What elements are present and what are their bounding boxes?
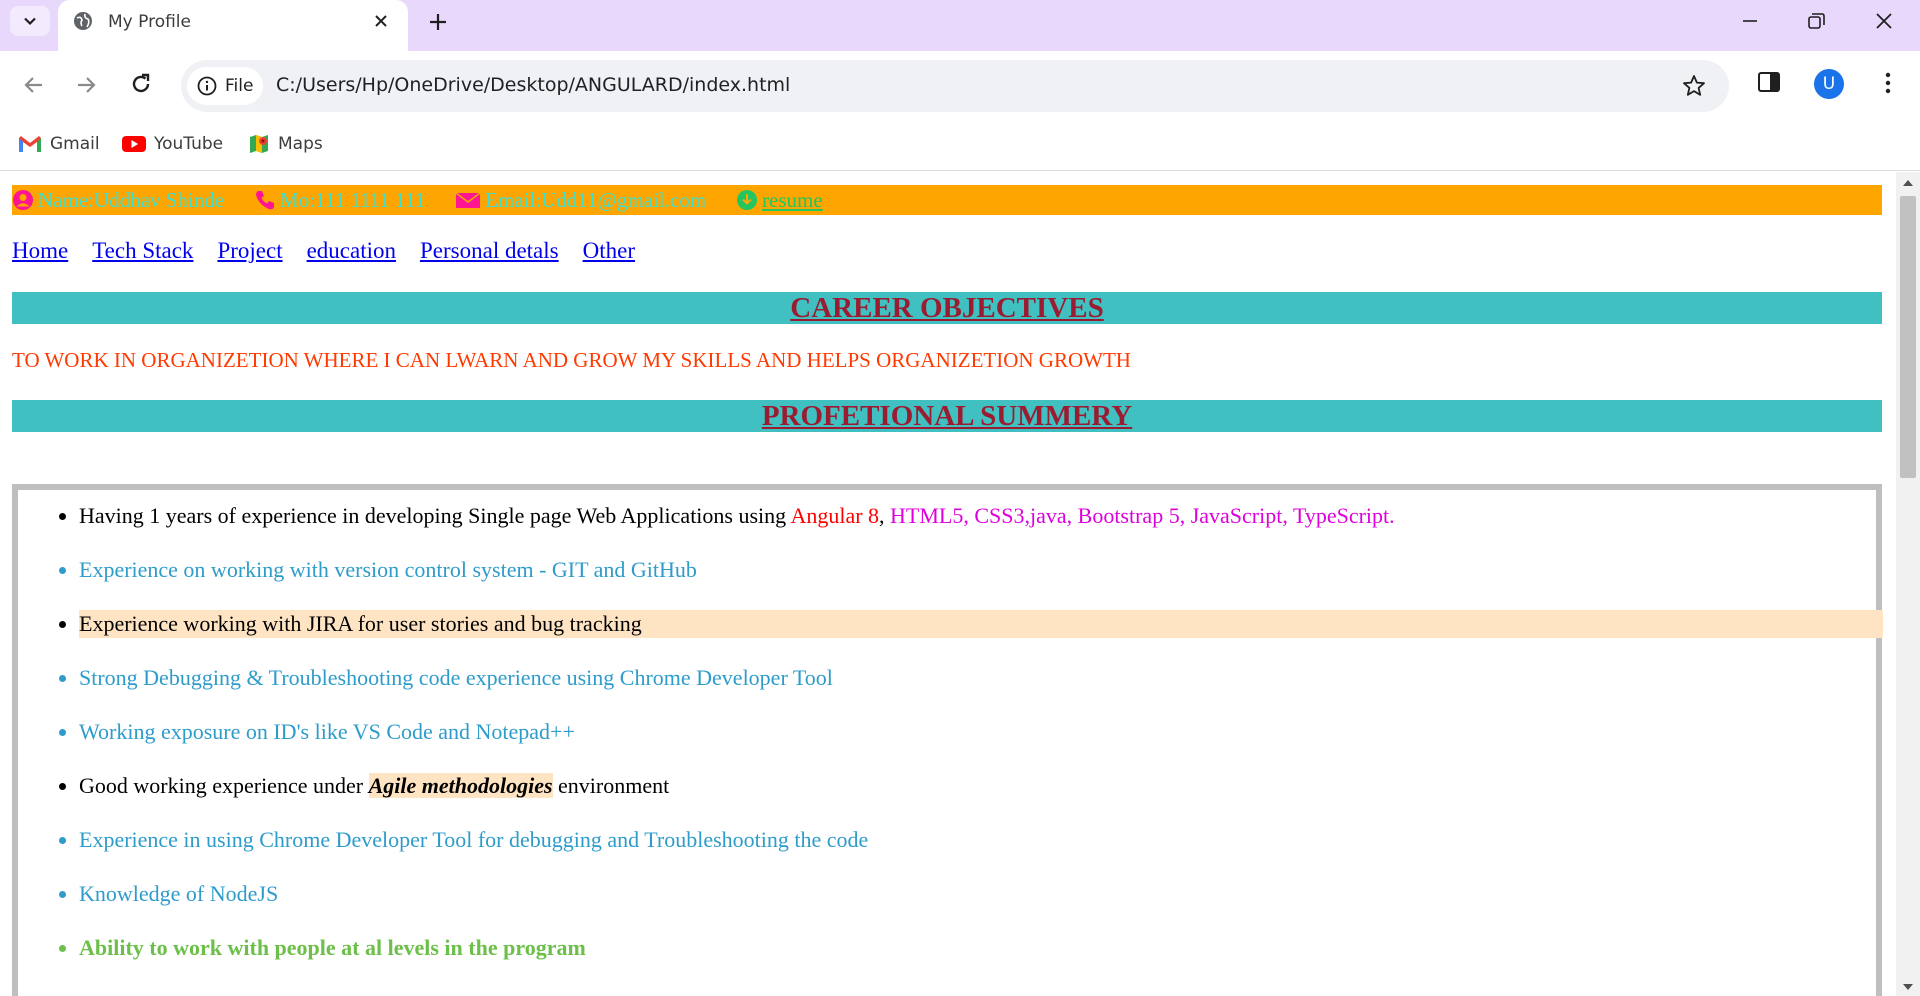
back-arrow-icon[interactable] (20, 71, 48, 99)
gmail-icon (19, 136, 41, 152)
bullet (59, 675, 66, 682)
browser-toolbar: File C:/Users/Hp/OneDrive/Desktop/ANGULA… (0, 51, 1920, 121)
item-text: Knowledge of NodeJS (79, 881, 279, 906)
summary-list: Having 1 years of experience in developi… (18, 502, 1883, 988)
bookmarks-bar: Gmail YouTube Maps (0, 121, 1920, 171)
bookmark-label: YouTube (154, 134, 224, 154)
mail-icon (455, 192, 481, 208)
site-chip-label: File (225, 76, 254, 96)
side-panel-icon[interactable] (1756, 69, 1782, 95)
tab-search-button[interactable] (10, 6, 50, 36)
contact-email: Email:Udd11@gmail.com (455, 188, 706, 213)
list-item: Having 1 years of experience in developi… (18, 502, 1876, 556)
bullet (59, 621, 66, 628)
contact-email-text: Email:Udd11@gmail.com (485, 187, 707, 212)
item-agile-text: Agile methodologies (368, 773, 553, 798)
bookmark-label: Maps (278, 134, 323, 154)
nav-other[interactable]: Other (583, 238, 635, 264)
list-item: Knowledge of NodeJS (18, 880, 1876, 934)
contact-name: Name:Uddhav Shinde (12, 188, 224, 213)
item-text: Experience in using Chrome Developer Too… (79, 827, 869, 852)
restore-icon[interactable] (1804, 10, 1828, 32)
list-item: Strong Debugging & Troubleshooting code … (18, 664, 1876, 718)
contact-mobile: Mo:111 1111 111 (254, 188, 425, 213)
bullet (59, 513, 66, 520)
phone-icon (256, 191, 275, 210)
scroll-down-arrow-icon[interactable] (1902, 982, 1914, 992)
site-info-chip[interactable]: File (187, 67, 263, 105)
tab-title: My Profile (108, 12, 191, 32)
nav-personal-details[interactable]: Personal detals (420, 238, 559, 264)
more-menu-icon[interactable] (1875, 69, 1901, 97)
contact-bar: Name:Uddhav Shinde Mo:111 1111 111 Email… (12, 185, 1882, 215)
globe-icon (74, 12, 92, 30)
item-text: Having 1 years of experience in developi… (79, 503, 791, 528)
tab-strip: My Profile (0, 0, 1920, 51)
close-icon[interactable] (370, 10, 392, 32)
profile-avatar[interactable]: U (1814, 69, 1844, 99)
professional-summary-heading: PROFETIONAL SUMMERY (12, 400, 1882, 432)
list-item: Experience on working with version contr… (18, 556, 1876, 610)
nav-project[interactable]: Project (217, 238, 282, 264)
list-item: Working exposure on ID's like VS Code an… (18, 718, 1876, 772)
item-suffix-text: environment (552, 773, 670, 798)
url-text[interactable]: C:/Users/Hp/OneDrive/Desktop/ANGULARD/in… (276, 74, 790, 96)
bookmark-maps[interactable]: Maps (248, 129, 323, 159)
list-item: Ability to work with people at al levels… (18, 934, 1876, 988)
list-item: Experience working with JIRA for user st… (18, 610, 1883, 664)
career-objective-text: TO WORK IN ORGANIZETION WHERE I CAN LWAR… (12, 348, 1131, 372)
scroll-thumb[interactable] (1900, 196, 1916, 478)
address-bar[interactable]: File C:/Users/Hp/OneDrive/Desktop/ANGULA… (181, 60, 1729, 112)
bookmark-star-icon[interactable] (1681, 73, 1707, 99)
contact-mobile-text: Mo:111 1111 111 (280, 187, 426, 212)
bullet (59, 783, 66, 790)
scroll-up-arrow-icon[interactable] (1902, 178, 1914, 188)
tab-my-profile[interactable]: My Profile (58, 0, 408, 51)
main-nav: Home Tech Stack Project education Person… (12, 238, 659, 264)
reload-icon[interactable] (127, 70, 155, 98)
youtube-icon (122, 136, 146, 152)
page-scrollbar[interactable] (1896, 172, 1920, 996)
minimize-icon[interactable] (1738, 10, 1762, 32)
nav-education[interactable]: education (307, 238, 396, 264)
bullet (59, 891, 66, 898)
bookmark-gmail[interactable]: Gmail (18, 129, 100, 159)
bullet (59, 729, 66, 736)
item-text: Experience working with JIRA for user st… (79, 610, 1883, 638)
maps-icon (250, 135, 268, 153)
user-circle-icon (13, 190, 33, 210)
chevron-down-icon (24, 17, 36, 26)
bookmark-label: Gmail (50, 134, 100, 154)
item-tech-text: HTML5, CSS3,java, Bootstrap 5, JavaScrip… (884, 503, 1395, 528)
item-text: Good working experience under (79, 773, 369, 798)
summary-box: Having 1 years of experience in developi… (12, 484, 1883, 996)
item-text: Working exposure on ID's like VS Code an… (79, 719, 575, 744)
resume-link[interactable]: resume (762, 188, 823, 213)
item-text: Strong Debugging & Troubleshooting code … (79, 665, 833, 690)
item-text: Ability to work with people at al levels… (79, 935, 586, 960)
bullet (59, 567, 66, 574)
page-viewport: Name:Uddhav Shinde Mo:111 1111 111 Email… (0, 172, 1896, 996)
nav-tech-stack[interactable]: Tech Stack (92, 238, 193, 264)
new-tab-plus-icon[interactable] (424, 9, 452, 35)
contact-resume[interactable]: resume (736, 188, 823, 213)
item-angular-text: Angular 8 (790, 503, 880, 528)
contact-name-text: Name:Uddhav Shinde (38, 187, 225, 212)
summary-heading-text: PROFETIONAL SUMMERY (761, 400, 1133, 432)
window-close-icon[interactable] (1872, 9, 1896, 33)
bullet (59, 945, 66, 952)
list-item: Good working experience under Agile meth… (18, 772, 1876, 826)
bookmark-youtube[interactable]: YouTube (122, 129, 223, 159)
career-objectives-heading: CAREER OBJECTIVES (12, 292, 1882, 324)
list-item: Experience in using Chrome Developer Too… (18, 826, 1876, 880)
nav-home[interactable]: Home (12, 238, 68, 264)
info-icon (197, 76, 217, 96)
bullet (59, 837, 66, 844)
item-text: Experience on working with version contr… (79, 557, 697, 582)
career-heading-text: CAREER OBJECTIVES (790, 292, 1104, 324)
forward-arrow-icon[interactable] (72, 71, 100, 99)
download-icon (737, 190, 758, 210)
